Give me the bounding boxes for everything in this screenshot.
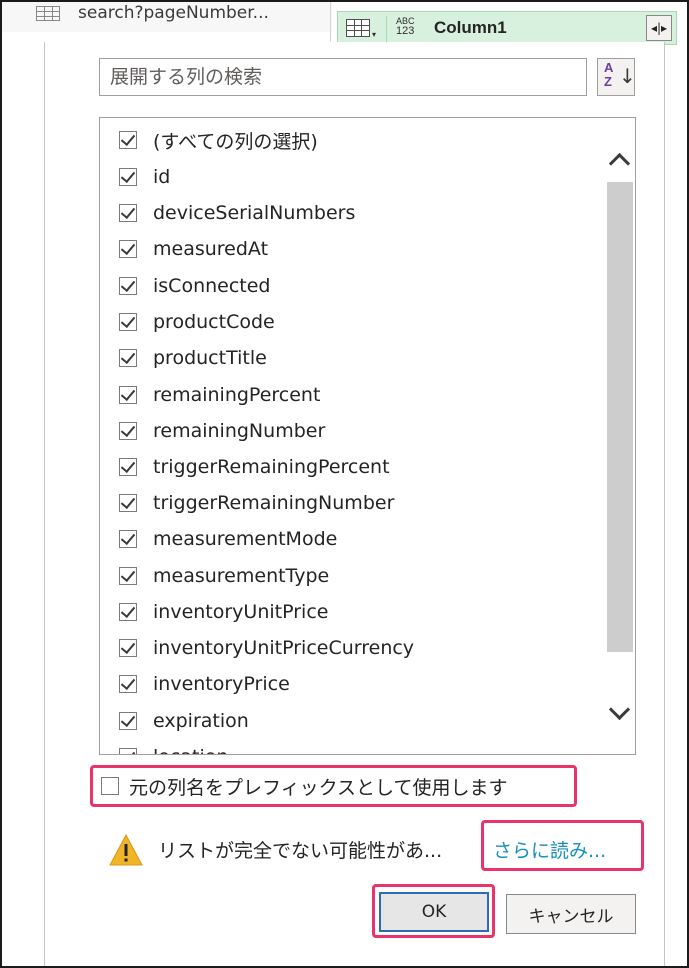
column-label: inventoryUnitPrice xyxy=(153,601,329,623)
column-checkbox[interactable] xyxy=(119,422,137,440)
chevron-up-icon xyxy=(608,152,631,175)
column-label: expiration xyxy=(153,710,249,732)
column-checkbox[interactable] xyxy=(119,204,137,222)
column-checkbox[interactable] xyxy=(119,131,137,149)
scroll-up-button[interactable] xyxy=(605,148,635,175)
column-label: inventoryPrice xyxy=(153,673,290,695)
column-label: id xyxy=(153,166,171,188)
pane-divider xyxy=(330,2,331,42)
column-checkbox[interactable] xyxy=(119,277,137,295)
arrow-down-icon: ↓ xyxy=(619,64,636,88)
query-item[interactable]: search?pageNumber... xyxy=(36,0,269,26)
column-list-item[interactable]: productTitle xyxy=(119,345,267,371)
column-list-item[interactable]: remainingPercent xyxy=(119,382,320,408)
column-list-item[interactable]: measurementMode xyxy=(119,526,337,552)
query-name: search?pageNumber... xyxy=(78,3,269,23)
column-label: deviceSerialNumbers xyxy=(153,202,356,224)
prefix-option[interactable]: 元の列名をプレフィックスとして使用します xyxy=(90,765,577,807)
column-search-field[interactable] xyxy=(99,58,587,96)
column-list-item[interactable]: inventoryUnitPrice xyxy=(119,599,328,625)
prefix-checkbox[interactable] xyxy=(101,777,119,795)
column-label: location xyxy=(153,746,228,754)
column-list-item[interactable]: inventoryPrice xyxy=(119,671,290,697)
column-list-item[interactable]: inventoryUnitPriceCurrency xyxy=(119,635,414,661)
column-list-item[interactable]: productCode xyxy=(119,309,275,335)
column-list-item[interactable]: expiration xyxy=(119,708,249,734)
column-checkbox[interactable] xyxy=(119,458,137,476)
column-name: Column1 xyxy=(434,18,507,37)
column-label: remainingPercent xyxy=(153,384,321,406)
scroll-thumb[interactable] xyxy=(607,182,633,652)
column-checkbox[interactable] xyxy=(119,349,137,367)
column-checkbox[interactable] xyxy=(119,603,137,621)
column-label: triggerRemainingNumber xyxy=(153,492,395,514)
chevron-down-icon xyxy=(608,698,631,721)
column-checkbox[interactable] xyxy=(119,168,137,186)
any-type-icon[interactable]: ABC 123 xyxy=(396,16,415,37)
prefix-label: 元の列名をプレフィックスとして使用します xyxy=(129,776,508,799)
column-checkbox[interactable] xyxy=(119,712,137,730)
column-label: productCode xyxy=(153,311,275,333)
column-label: measurementMode xyxy=(153,528,338,550)
column-list-item[interactable]: triggerRemainingPercent xyxy=(119,454,390,480)
grid-pane-edge xyxy=(665,2,687,966)
column-label: inventoryUnitPriceCurrency xyxy=(153,637,415,659)
column-label: isConnected xyxy=(153,275,271,297)
column-list-item[interactable]: isConnected xyxy=(119,273,271,299)
column-list-item[interactable]: id xyxy=(119,164,170,190)
column-checkbox[interactable] xyxy=(119,386,137,404)
column-list-item[interactable]: location xyxy=(119,744,228,754)
sort-az-icon: AZ xyxy=(604,60,614,89)
column-label: measuredAt xyxy=(153,238,269,260)
column-list-item[interactable]: remainingNumber xyxy=(119,418,325,444)
sort-ascending-button[interactable]: AZ ↓ xyxy=(597,58,636,96)
column-checkbox[interactable] xyxy=(119,675,137,693)
column-search-input[interactable] xyxy=(100,59,586,95)
column-label: remainingNumber xyxy=(153,420,326,442)
table-icon xyxy=(36,5,60,21)
ok-button[interactable]: OK xyxy=(379,892,489,932)
column-list-item[interactable]: (すべての列の選択) xyxy=(119,127,318,153)
column-checkbox[interactable] xyxy=(119,313,137,331)
scroll-down-button[interactable] xyxy=(605,698,635,728)
cancel-button[interactable]: キャンセル xyxy=(506,894,636,934)
header-divider xyxy=(386,16,387,42)
column-list-item[interactable]: measuredAt xyxy=(119,236,268,262)
expand-column-button[interactable]: ◂|▸ xyxy=(646,15,672,41)
column-header[interactable]: ▾ ABC 123 Column1 ◂|▸ xyxy=(337,11,677,45)
column-checkbox[interactable] xyxy=(119,494,137,512)
column-checkbox[interactable] xyxy=(119,530,137,548)
column-checkbox[interactable] xyxy=(119,639,137,657)
column-checkbox[interactable] xyxy=(119,567,137,585)
list-scrollbar[interactable] xyxy=(605,118,635,754)
load-more-link[interactable]: さらに読み... xyxy=(493,836,606,863)
column-list-item[interactable]: measurementType xyxy=(119,563,329,589)
column-list-item[interactable]: deviceSerialNumbers xyxy=(119,200,355,226)
column-label: triggerRemainingPercent xyxy=(153,456,390,478)
column-list-item[interactable]: triggerRemainingNumber xyxy=(119,490,394,516)
caret-down-icon: ▾ xyxy=(372,30,377,39)
column-label: measurementType xyxy=(153,565,330,587)
column-checkbox[interactable] xyxy=(119,240,137,258)
incomplete-list-warning: リストが完全でない可能性があ... xyxy=(158,840,443,862)
column-label: (すべての列の選択) xyxy=(153,130,318,153)
column-list: (すべての列の選択) id deviceSerialNumbers measuredA… xyxy=(99,117,636,755)
warning-icon xyxy=(109,833,143,866)
column-label: productTitle xyxy=(153,347,267,369)
queries-pane xyxy=(2,32,44,966)
column-checkbox[interactable] xyxy=(119,748,137,754)
table-menu-icon[interactable] xyxy=(346,19,370,37)
